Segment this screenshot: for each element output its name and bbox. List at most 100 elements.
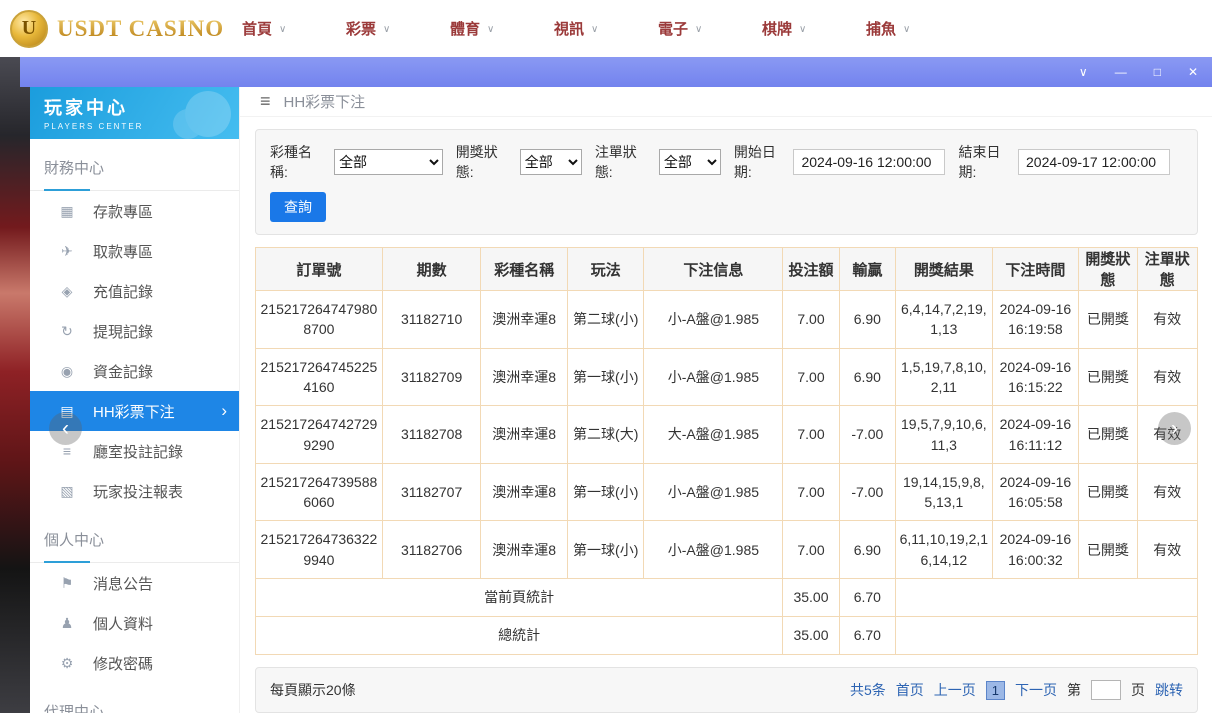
table-cell: 31182710 — [382, 291, 481, 349]
sidebar-item-player-bet-report[interactable]: ▧玩家投注報表 — [30, 471, 239, 511]
sidebar-item-recharge-record[interactable]: ◈ 充值記錄 — [30, 271, 239, 311]
coin-logo-icon: U — [10, 10, 48, 48]
table-cell: 第一球(小) — [567, 463, 643, 521]
table-header-cell: 輸贏 — [839, 248, 895, 291]
table-cell: 有效 — [1137, 291, 1197, 349]
chevron-right-icon: › — [1171, 417, 1178, 441]
sidebar-item-label: 充值記錄 — [93, 281, 153, 302]
summary-bet-total: 35.00 — [783, 579, 839, 617]
draw-status-label: 開獎狀態: — [456, 142, 514, 182]
table-cell: 2024-09-16 16:15:22 — [992, 348, 1079, 406]
hall-record-icon: ≡ — [58, 443, 76, 459]
table-cell: 第一球(小) — [567, 348, 643, 406]
window-collapse-icon[interactable]: ∨ — [1079, 66, 1088, 78]
table-cell: 已開獎 — [1079, 406, 1137, 464]
jump-prefix-label: 第 — [1067, 680, 1081, 700]
nav-item-5[interactable]: 電子∨ — [658, 18, 762, 39]
window-close-icon[interactable]: ✕ — [1188, 66, 1198, 78]
table-row: 215217264745225416031182709澳洲幸運8第一球(小)小-… — [256, 348, 1198, 406]
sidebar-item-notice[interactable]: ⚑消息公告 — [30, 563, 239, 603]
jump-suffix-label: 页 — [1131, 680, 1145, 700]
window-maximize-icon[interactable]: □ — [1154, 66, 1161, 78]
screen: U USDT CASINO 首頁∨彩票∨體育∨視訊∨電子∨棋牌∨捕魚∨ ∨ — … — [0, 0, 1212, 57]
table-cell: 澳洲幸運8 — [481, 291, 568, 349]
page-size-label: 每頁顯示20條 — [270, 680, 356, 700]
order-status-select[interactable]: 全部 — [659, 149, 721, 175]
profile-icon: ♟ — [58, 615, 76, 632]
search-button[interactable]: 查詢 — [270, 192, 326, 222]
players-center-header: 玩家中心 PLAYERS CENTER — [30, 87, 239, 139]
end-date-input[interactable] — [1018, 149, 1170, 175]
summary-label: 當前頁統計 — [256, 579, 783, 617]
nav-item-3[interactable]: 體育∨ — [450, 18, 554, 39]
current-page[interactable]: 1 — [986, 681, 1005, 700]
jump-link[interactable]: 跳转 — [1155, 680, 1183, 700]
table-head-row: 訂單號期數彩種名稱玩法下注信息投注額輸贏開獎結果下注時間開獎狀態注單狀態 — [256, 248, 1198, 291]
menu-icon[interactable]: ≡ — [260, 91, 271, 112]
deposit-icon: ▦ — [58, 203, 76, 220]
sidebar-item-label: 消息公告 — [93, 573, 153, 594]
filter-row: 彩種名稱: 全部 開獎狀態: 全部 — [270, 142, 1183, 182]
sidebar-item-funds-record[interactable]: ◉資金記錄 — [30, 351, 239, 391]
table-cell: -7.00 — [839, 406, 895, 464]
table-cell: 2152172647479808700 — [256, 291, 383, 349]
nav-item-4[interactable]: 視訊∨ — [554, 18, 658, 39]
table-row: 215217264736322994031182706澳洲幸運8第一球(小)小-… — [256, 521, 1198, 579]
nav-item-1[interactable]: 首頁∨ — [242, 18, 346, 39]
table-cell: 6.90 — [839, 291, 895, 349]
chevron-down-icon: ∨ — [383, 24, 390, 35]
nav-item-label: 電子 — [658, 18, 688, 39]
order-status-filter: 注單狀態: 全部 — [595, 142, 721, 182]
table-cell: 小-A盤@1.985 — [644, 463, 783, 521]
table-cell: 2024-09-16 16:11:12 — [992, 406, 1079, 464]
jump-page-input[interactable] — [1091, 680, 1121, 700]
next-page-link[interactable]: 下一页 — [1015, 680, 1057, 700]
sidebar-item-withdraw[interactable]: ✈取款專區 — [30, 231, 239, 271]
summary-win-total: 6.70 — [839, 579, 895, 617]
summary-label: 總統計 — [256, 617, 783, 655]
pagination-bar: 每頁顯示20條 共5条 首页 上一页 1 下一页 第 页 跳转 — [255, 667, 1198, 713]
table-cell: 有效 — [1137, 348, 1197, 406]
window-minimize-icon[interactable]: — — [1115, 66, 1127, 78]
lottery-name-select[interactable]: 全部 — [334, 149, 443, 175]
table-header-cell: 玩法 — [567, 248, 643, 291]
draw-status-select[interactable]: 全部 — [520, 149, 582, 175]
sidebar-item-withdraw-record[interactable]: ↻提現記錄 — [30, 311, 239, 351]
summary-win-total: 6.70 — [839, 617, 895, 655]
sidebar-item-deposit[interactable]: ▦存款專區 — [30, 191, 239, 231]
sidebar-item-password[interactable]: ⚙修改密碼 — [30, 643, 239, 683]
nav-item-label: 視訊 — [554, 18, 584, 39]
table-cell: 澳洲幸運8 — [481, 348, 568, 406]
start-date-input[interactable] — [793, 149, 945, 175]
nav-item-6[interactable]: 棋牌∨ — [762, 18, 866, 39]
chevron-left-icon: ‹ — [62, 417, 69, 441]
sidebar-item-profile[interactable]: ♟個人資料 — [30, 603, 239, 643]
logo[interactable]: U USDT CASINO — [0, 10, 242, 48]
nav-item-label: 捕魚 — [866, 18, 896, 39]
sidebar-section-title: 代理中心 — [30, 701, 239, 713]
nav-item-7[interactable]: 捕魚∨ — [866, 18, 970, 39]
table-cell: 澳洲幸運8 — [481, 406, 568, 464]
table-cell: 第二球(大) — [567, 406, 643, 464]
table-body: 215217264747980870031182710澳洲幸運8第二球(小)小-… — [256, 291, 1198, 655]
window-titlebar[interactable]: ∨ — □ ✕ — [20, 57, 1212, 87]
table-cell: 2024-09-16 16:05:58 — [992, 463, 1079, 521]
carousel-next-button[interactable]: › — [1158, 412, 1191, 445]
table-cell: 第一球(小) — [567, 521, 643, 579]
table-cell: 2152172647452254160 — [256, 348, 383, 406]
start-date-filter: 開始日期: — [734, 142, 946, 182]
recharge-record-icon: ◈ — [58, 283, 76, 300]
content-topbar: ≡ HH彩票下注 — [240, 87, 1212, 117]
table-header-cell: 訂單號 — [256, 248, 383, 291]
pager: 共5条 首页 上一页 1 下一页 第 页 跳转 — [850, 680, 1183, 700]
table-header-cell: 開獎結果 — [896, 248, 993, 291]
table-cell: -7.00 — [839, 463, 895, 521]
table-cell: 7.00 — [783, 291, 839, 349]
window-body: 玩家中心 PLAYERS CENTER 財務中心▦存款專區✈取款專區◈充值記錄↻… — [30, 87, 1212, 713]
carousel-prev-button[interactable]: ‹ — [49, 412, 82, 445]
table-cell: 已開獎 — [1079, 463, 1137, 521]
table-cell: 6.90 — [839, 348, 895, 406]
nav-item-2[interactable]: 彩票∨ — [346, 18, 450, 39]
prev-page-link[interactable]: 上一页 — [934, 680, 976, 700]
first-page-link[interactable]: 首页 — [896, 680, 924, 700]
